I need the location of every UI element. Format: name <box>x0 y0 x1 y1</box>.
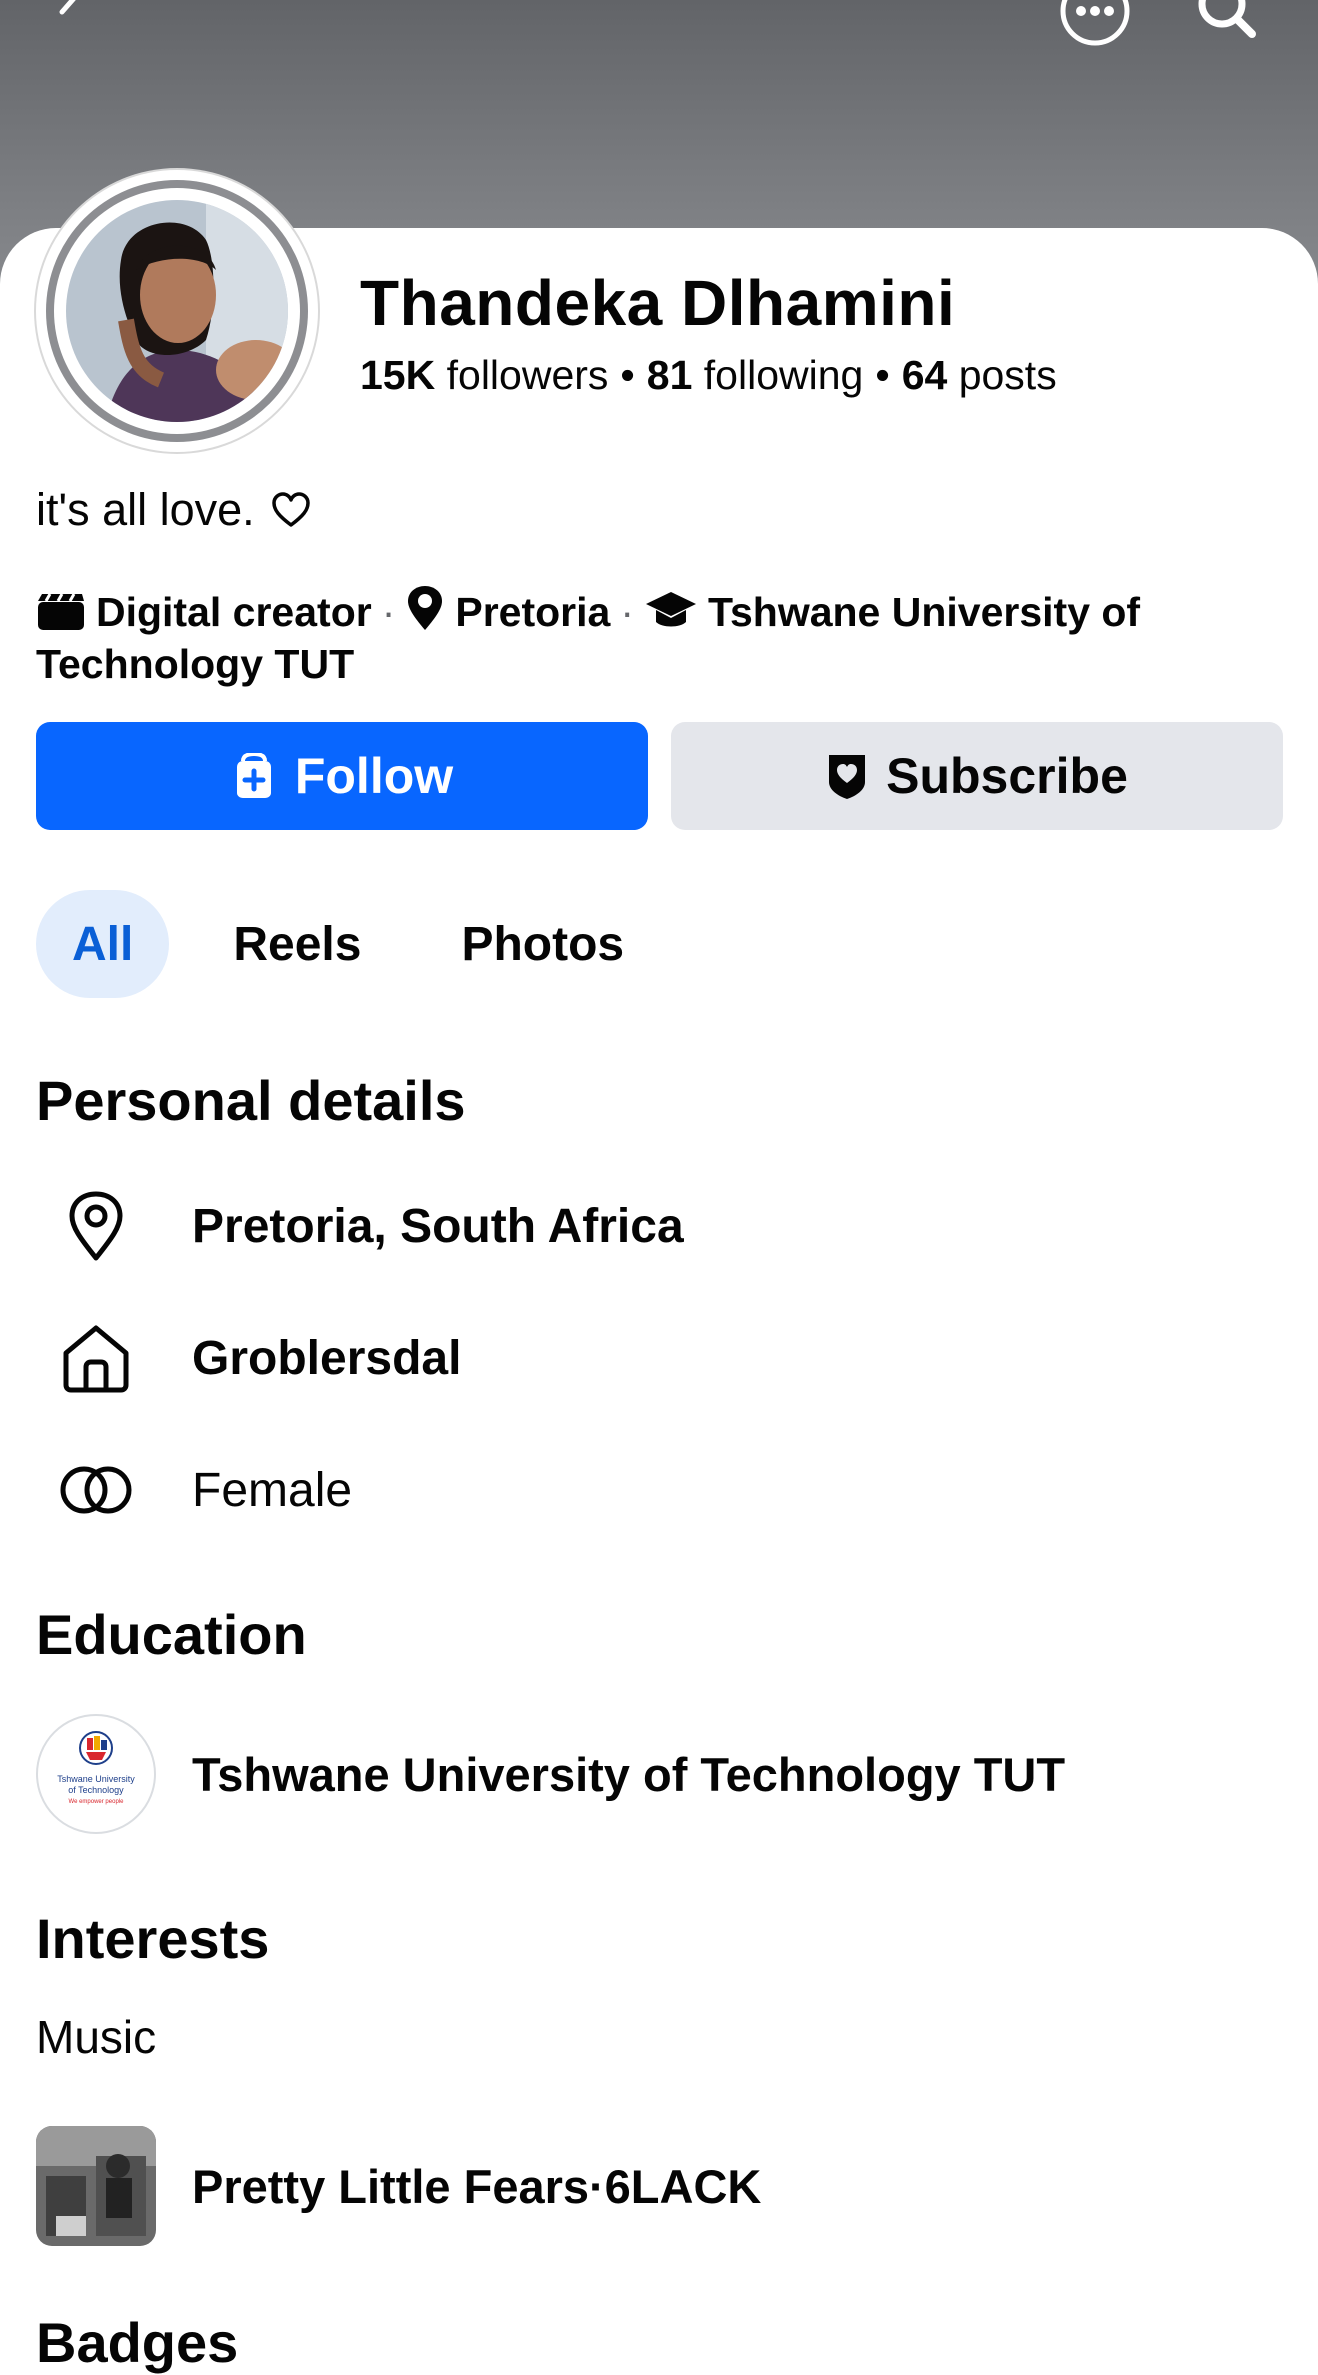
followers-link[interactable]: 15K followers <box>360 352 608 398</box>
graduation-cap-icon <box>645 592 696 627</box>
school-logo-text-3: We empower people <box>69 1799 125 1805</box>
bio-text: it's all love. <box>36 484 255 535</box>
stats-separator: • <box>620 352 635 398</box>
search-button[interactable] <box>1192 0 1262 44</box>
subscribe-button[interactable]: Subscribe <box>671 722 1283 830</box>
meta-separator: · <box>381 589 396 635</box>
current-city-row[interactable]: Pretoria, South Africa <box>36 1166 684 1286</box>
followers-label: followers <box>446 352 609 398</box>
category-text: Digital creator <box>96 589 372 635</box>
current-city-text: Pretoria, South Africa <box>192 1199 684 1253</box>
gender-row: Female <box>36 1430 352 1550</box>
meta-separator: · <box>620 589 634 635</box>
avatar-photo <box>66 200 288 422</box>
personal-details-heading: Personal details <box>36 1069 466 1132</box>
badges-heading: Badges <box>36 2311 239 2374</box>
tab-reels[interactable]: Reels <box>197 890 397 998</box>
pin-icon <box>408 586 443 630</box>
education-school-text: Tshwane University of Technology TUT <box>192 1747 1066 1801</box>
more-options-button[interactable] <box>1058 0 1132 48</box>
profile-tabs: All Reels Photos <box>36 890 688 998</box>
tab-all[interactable]: All <box>36 890 170 998</box>
interest-thumbnail <box>36 2126 156 2246</box>
city-link[interactable]: Pretoria <box>455 589 610 635</box>
interest-item-text: Pretty Little Fears·6LACK <box>192 2159 762 2213</box>
following-label: following <box>703 352 864 398</box>
story-ring <box>46 180 308 442</box>
school-logo-text-1: Tshwane University <box>57 1774 135 1784</box>
badge-heart-icon <box>829 755 866 799</box>
profile-name: Thandeka Dlhamini <box>360 267 956 339</box>
interest-item-row[interactable]: Pretty Little Fears·6LACK <box>36 2126 761 2246</box>
clapperboard-icon <box>38 593 84 630</box>
following-count: 81 <box>646 352 693 398</box>
profile-stats: 15K followers • 81 following • 64 posts <box>360 352 1057 399</box>
stats-separator: • <box>875 352 890 398</box>
interests-category: Music <box>36 2011 157 2063</box>
interests-heading: Interests <box>36 1907 270 1970</box>
back-button[interactable] <box>40 0 100 42</box>
profile-avatar[interactable] <box>36 170 318 452</box>
avatar-border <box>54 188 300 434</box>
followers-count: 15K <box>360 352 436 398</box>
location-icon-wrap <box>36 1166 156 1286</box>
posts-label: posts <box>958 352 1057 398</box>
heart-outline-icon <box>271 492 310 527</box>
home-icon <box>63 1325 129 1393</box>
more-horizontal-icon <box>1060 0 1130 46</box>
following-link[interactable]: 81 following <box>647 352 864 398</box>
chevron-left-icon <box>59 0 76 15</box>
hometown-text: Groblersdal <box>192 1331 462 1385</box>
follow-label: Follow <box>294 748 454 804</box>
home-icon-wrap <box>36 1298 156 1418</box>
gender-rings-icon <box>60 1466 132 1514</box>
school-logo-text-2: of Technology <box>68 1785 124 1795</box>
gender-text: Female <box>192 1463 353 1517</box>
education-row[interactable]: Tshwane University of Technology We empo… <box>36 1714 1065 1834</box>
profile-intro: Digital creator · Pretoria · Tshwane Unive… <box>36 584 1286 690</box>
search-icon <box>1198 0 1256 38</box>
school-logo: Tshwane University of Technology We empo… <box>36 1714 156 1834</box>
profile-bio: it's all love. <box>36 484 311 536</box>
education-heading: Education <box>36 1603 307 1666</box>
add-friend-icon <box>236 753 271 798</box>
gender-icon-wrap <box>36 1430 156 1550</box>
posts-count: 64 <box>901 352 948 398</box>
subscribe-label: Subscribe <box>886 748 1128 804</box>
profile-sheet <box>0 228 1318 2346</box>
follow-button[interactable]: Follow <box>36 722 648 830</box>
location-pin-icon <box>69 1191 123 1261</box>
tab-photos[interactable]: Photos <box>425 890 660 998</box>
hometown-row[interactable]: Groblersdal <box>36 1298 461 1418</box>
posts-link[interactable]: 64 posts <box>902 352 1057 398</box>
